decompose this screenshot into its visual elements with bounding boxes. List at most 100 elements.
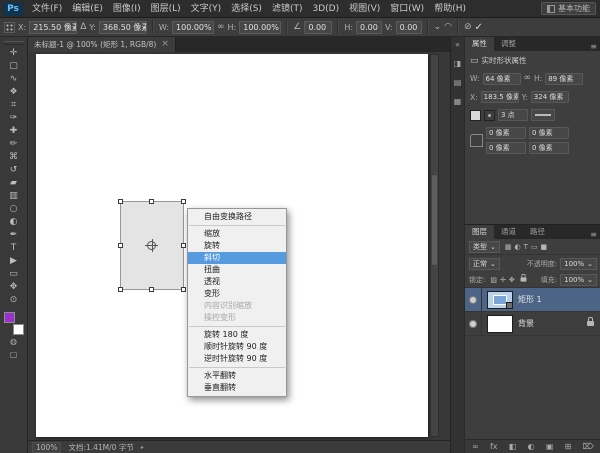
context-menu-item[interactable]: 透视 (188, 276, 286, 288)
marquee-tool[interactable]: ▢ (2, 60, 26, 73)
transform-handle-s[interactable] (149, 287, 154, 292)
menu-item[interactable]: 3D(D) (307, 0, 344, 18)
clone-stamp-tool[interactable]: ⌘ (2, 151, 26, 164)
context-menu-item[interactable]: 旋转 180 度 (188, 329, 286, 341)
link-dimensions-icon[interactable]: ∞ (524, 72, 532, 85)
lock-all-icon[interactable] (520, 277, 526, 281)
shape-width-field[interactable]: 64 像素 (483, 73, 521, 85)
warp-mode-icon[interactable]: ◠ (444, 21, 452, 34)
context-menu-item[interactable]: 斜切 (188, 252, 286, 264)
libraries-panel-icon[interactable]: ▦ (454, 97, 462, 107)
opacity-select[interactable]: 100% ⌄ (560, 258, 597, 270)
menu-item[interactable]: 图层(L) (146, 0, 186, 18)
width-scale-field[interactable]: 100.00% (172, 21, 214, 34)
lock-image-pixels-icon[interactable]: ✛ (500, 276, 506, 284)
transform-bounding-box[interactable] (120, 201, 184, 290)
relative-position-icon[interactable]: Δ (80, 21, 86, 34)
new-layer-icon[interactable]: ⊞ (565, 440, 572, 453)
lasso-tool[interactable]: ∿ (2, 73, 26, 86)
transform-handle-nw[interactable] (118, 199, 123, 204)
panel-menu-icon[interactable]: ≡ (590, 42, 600, 51)
panel-tab[interactable]: 属性 (465, 37, 494, 51)
background-color-swatch[interactable] (13, 324, 24, 335)
menu-item[interactable]: 视图(V) (344, 0, 385, 18)
context-menu-item[interactable]: 垂直翻转 (188, 382, 286, 394)
context-menu-item[interactable]: 顺时针旋转 90 度 (188, 341, 286, 353)
height-scale-field[interactable]: 100.00% (239, 21, 281, 34)
menu-item[interactable]: 窗口(W) (385, 0, 429, 18)
commit-transform-icon[interactable]: ✓ (475, 22, 483, 33)
context-menu-item[interactable]: 水平翻转 (188, 370, 286, 382)
zoom-level-field[interactable]: 100% (32, 442, 61, 453)
filter-type-layers-icon[interactable]: T (524, 243, 528, 251)
close-tab-icon[interactable]: × (161, 40, 169, 49)
filter-smart-objects-icon[interactable]: ■ (541, 243, 548, 251)
brush-tool[interactable]: ✏ (2, 138, 26, 151)
stroke-style-select[interactable] (531, 109, 555, 121)
layer-group-icon[interactable]: ▣ (546, 440, 554, 453)
transform-handle-n[interactable] (149, 199, 154, 204)
menu-item[interactable]: 图像(I) (108, 0, 146, 18)
status-expand-icon[interactable]: ▸ (141, 444, 144, 451)
reference-point-icon[interactable] (4, 22, 15, 33)
filter-adjustment-layers-icon[interactable]: ◐ (515, 243, 521, 251)
layer-row-background[interactable]: 背景 (465, 312, 600, 336)
transform-handle-se[interactable] (181, 287, 186, 292)
interpolation-dropdown-icon[interactable]: ⌄ (434, 21, 442, 34)
panel-tab[interactable]: 图层 (465, 225, 494, 239)
lock-position-icon[interactable]: ✥ (509, 276, 515, 284)
layer-visibility-toggle[interactable] (465, 312, 482, 336)
eyedropper-tool[interactable]: ✑ (2, 112, 26, 125)
rotation-field[interactable]: 0.00 (304, 21, 332, 34)
fill-color-swatch[interactable] (470, 110, 481, 121)
y-position-field[interactable]: 368.50 像素 (99, 21, 147, 34)
menu-item[interactable]: 文字(Y) (186, 0, 227, 18)
color-panel-icon[interactable]: ◨ (454, 59, 462, 69)
layer-thumbnail[interactable] (487, 291, 513, 309)
menu-item[interactable]: 文件(F) (27, 0, 67, 18)
gradient-tool[interactable]: ▥ (2, 190, 26, 203)
layer-mask-icon[interactable]: ◧ (509, 440, 517, 453)
delete-layer-icon[interactable]: ⌦ (583, 440, 594, 453)
document-tab[interactable]: 未标题-1 @ 100% (矩形 1, RGB/8) × (28, 37, 176, 52)
context-menu-item[interactable]: 旋转 (188, 240, 286, 252)
menu-item[interactable]: 帮助(H) (429, 0, 471, 18)
layer-visibility-toggle[interactable] (465, 288, 482, 312)
blur-tool[interactable]: ○ (2, 203, 26, 216)
skew-h-field[interactable]: 0.00 (356, 21, 382, 34)
pen-tool[interactable]: ✒ (2, 229, 26, 242)
transform-handle-sw[interactable] (118, 287, 123, 292)
context-menu-item[interactable]: 扭曲 (188, 264, 286, 276)
filter-shape-layers-icon[interactable]: ▭ (531, 243, 538, 251)
panel-tab[interactable]: 调整 (494, 37, 523, 51)
swatches-panel-icon[interactable]: ▤ (454, 78, 462, 88)
stroke-color-swatch[interactable] (484, 110, 495, 121)
maintain-aspect-ratio-icon[interactable]: ∞ (217, 21, 225, 34)
quick-mask-icon[interactable]: ◍ (2, 335, 26, 348)
context-menu-item[interactable]: 变形 (188, 288, 286, 300)
zoom-tool[interactable]: ⊙ (2, 294, 26, 307)
adjustment-layer-icon[interactable]: ◐ (528, 440, 535, 453)
menu-item[interactable]: 滤镜(T) (267, 0, 308, 18)
shape-height-field[interactable]: 89 像素 (545, 73, 583, 85)
fill-select[interactable]: 100% ⌄ (560, 274, 597, 286)
transform-handle-e[interactable] (181, 243, 186, 248)
context-menu-item[interactable]: 内容识别缩放 (188, 300, 286, 312)
vertical-scrollbar[interactable] (430, 54, 439, 437)
stroke-width-field[interactable]: 3 点 (498, 109, 528, 121)
eraser-tool[interactable]: ▰ (2, 177, 26, 190)
crop-tool[interactable]: ⌗ (2, 99, 26, 112)
transform-reference-point-icon[interactable] (147, 241, 156, 250)
history-brush-tool[interactable]: ↺ (2, 164, 26, 177)
layer-row-rectangle-1[interactable]: 矩形 1 (465, 288, 600, 312)
corner-radius-field[interactable]: 0 像素 (486, 127, 526, 139)
cancel-transform-icon[interactable]: ⊘ (464, 21, 472, 34)
context-menu-item[interactable]: 自由变换路径 (188, 211, 286, 223)
transform-handle-ne[interactable] (181, 199, 186, 204)
filter-pixel-layers-icon[interactable]: ▦ (505, 243, 512, 251)
panel-tab[interactable]: 通道 (494, 225, 523, 239)
corner-radius-field[interactable]: 0 像素 (529, 127, 569, 139)
shape-x-field[interactable]: 183.5 像素 (481, 91, 519, 103)
screen-mode-icon[interactable]: ▢ (2, 348, 26, 361)
toolbar-grip[interactable] (4, 41, 24, 45)
